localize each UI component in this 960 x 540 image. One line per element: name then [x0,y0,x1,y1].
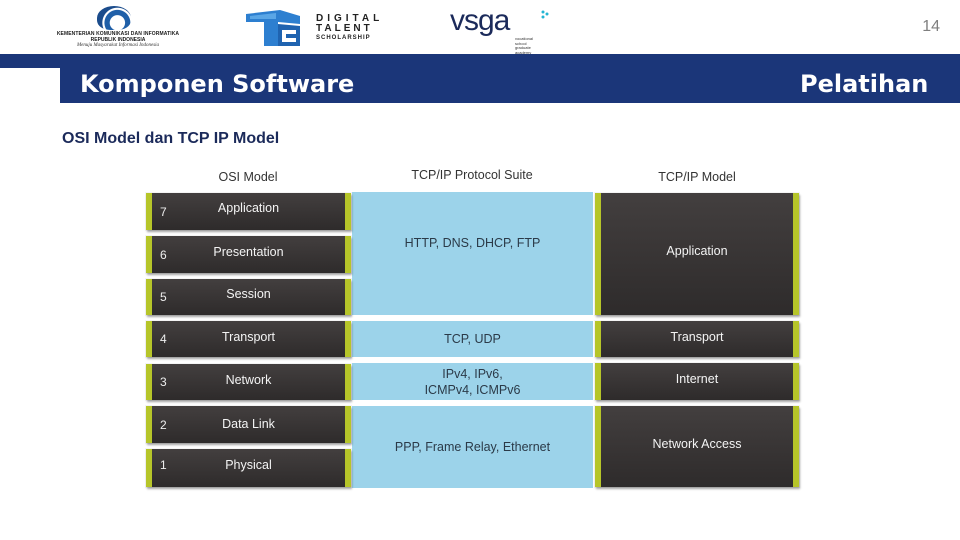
suite-link-protocols: PPP, Frame Relay, Ethernet [352,406,593,488]
osi-heading: OSI Model [218,170,278,184]
layer-name: Physical [225,458,272,472]
vsga-logo: vsga [450,4,510,37]
layer-name: Presentation [213,245,284,259]
osi-layer-7: 7 Application [146,193,351,230]
suite-text-line2: ICMPv4, ICMPv6 [424,382,521,397]
slide-title: Komponen Software [80,70,355,98]
layer-name: Transport [221,330,276,344]
osi-layer-3: 3 Network [146,364,351,400]
slide-subtitle: OSI Model dan TCP IP Model [62,130,280,147]
layer-name: Session [226,287,271,301]
suite-heading: TCP/IP Protocol Suite [411,168,533,182]
suite-application-protocols: HTTP, DNS, DHCP, FTP [352,192,593,315]
section-label: Pelatihan [800,70,929,98]
tcpip-heading: TCP/IP Model [658,170,736,184]
layer-name: Data Link [222,417,275,431]
title-banner-strip [0,54,960,68]
layer-name: Internet [675,372,719,386]
suite-text: IPv4, IPv6, [442,366,503,381]
layer-name: Application [666,244,728,258]
tcpip-layer-network-access: Network Access [595,406,799,487]
kominfo-logo: KEMENTERIAN KOMUNIKASI DAN INFORMATIKA R… [38,4,198,50]
dts-line3: SCHOLARSHIP [316,35,371,41]
osi-layer-1: 1 Physical [146,449,351,487]
kominfo-emblem-icon [97,6,131,30]
layer-name: Transport [670,330,724,344]
osi-layer-4: 4 Transport [146,321,351,357]
dts-wordmark: DIGITAL TALENT SCHOLARSHIP [316,14,411,42]
vsga-subtitle: vocational school graduate academy [515,36,555,55]
kominfo-tagline: Menuju Masyarakat Informasi Indonesia [76,43,160,48]
osi-layer-6: 6 Presentation [146,236,351,273]
suite-text: TCP, UDP [444,332,501,346]
suite-text: PPP, Frame Relay, Ethernet [394,440,551,454]
dts-line2: TALENT [316,23,373,34]
layer-name: Network [225,373,272,387]
osi-layer-5: 5 Session [146,279,351,315]
tcpip-layer-transport: Transport [595,321,799,357]
dts-logo-icon [246,10,300,46]
page-number: 14 [922,18,940,35]
layer-name: Network Access [652,437,742,451]
suite-transport-protocols: TCP, UDP [352,321,593,357]
osi-layer-2: 2 Data Link [146,406,351,443]
vsga-dots-icon [541,10,549,19]
suite-text: HTTP, DNS, DHCP, FTP [404,235,541,250]
tcpip-layer-application: Application [595,193,799,315]
suite-internet-protocols: IPv4, IPv6, ICMPv4, ICMPv6 [352,363,593,400]
layer-name: Application [217,201,280,215]
tcpip-layer-internet: Internet [595,363,799,400]
